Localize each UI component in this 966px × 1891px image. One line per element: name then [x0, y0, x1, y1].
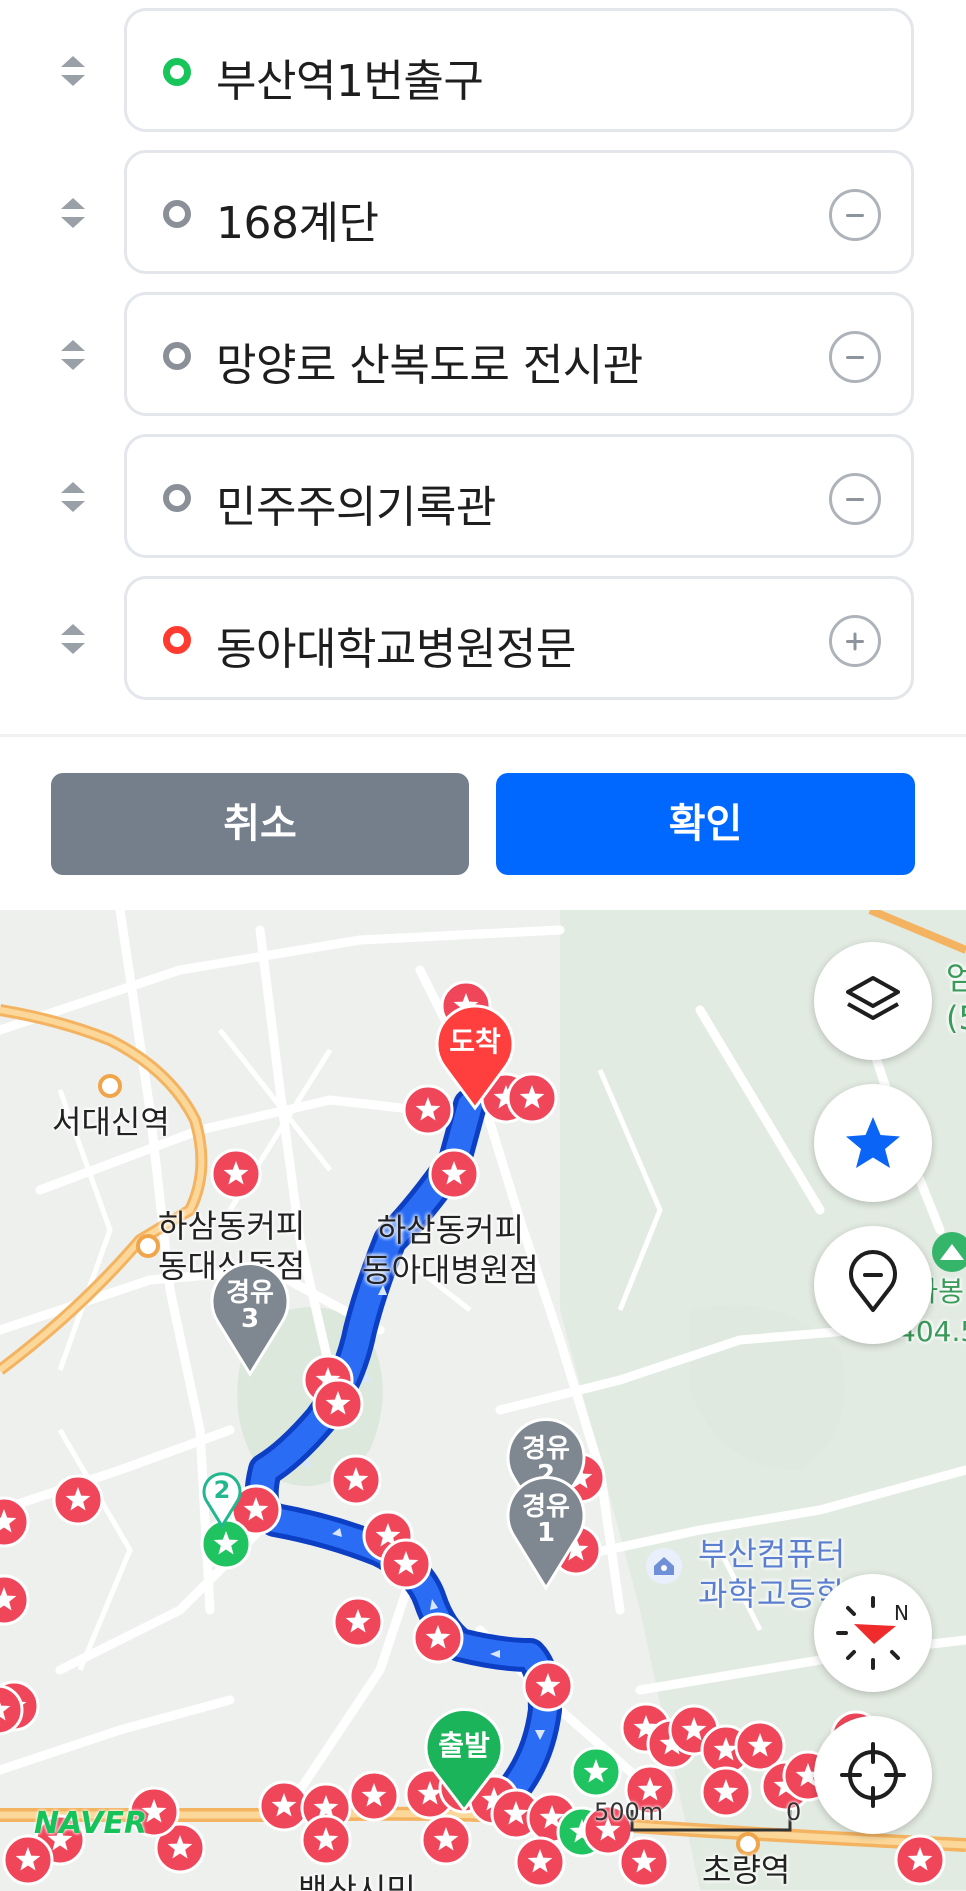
compass-button[interactable]: N [814, 1574, 932, 1692]
waypoint-field-via-3[interactable]: 민주주의기록관 [124, 434, 914, 558]
waypoint-row-start: 부산역1번출구 [0, 8, 966, 134]
poi-label: 엄 (5 [946, 959, 966, 1037]
compass-icon: N [836, 1596, 909, 1670]
layers-icon [846, 976, 900, 1020]
drag-handle-icon[interactable] [58, 52, 88, 90]
layers-button[interactable] [814, 942, 932, 1060]
waypoint-row-end: 동아대학교병원정문 [0, 576, 966, 702]
mountain-icon [932, 1232, 966, 1272]
drag-handle-icon[interactable] [58, 478, 88, 516]
depart-pin[interactable]: 출발 [424, 1706, 504, 1814]
waypoint-label: 부산역1번출구 [216, 56, 484, 107]
svg-text:N: N [894, 1601, 909, 1625]
via-marker-icon [163, 484, 191, 512]
waypoint-label: 168계단 [216, 198, 379, 249]
confirm-button[interactable]: 확인 [496, 773, 915, 875]
alt-route-marker[interactable]: 2 [200, 1470, 244, 1530]
scale-zero-label: 0 [786, 1798, 802, 1826]
waypoint-field-via-2[interactable]: 망양로 산복도로 전시관 [124, 292, 914, 416]
station-label[interactable]: 초량역 [702, 1850, 790, 1890]
scale-label: 500m [594, 1798, 664, 1826]
add-waypoint-button[interactable] [829, 615, 881, 667]
school-icon [646, 1548, 682, 1584]
remove-waypoint-button[interactable] [829, 189, 881, 241]
via-pin-3[interactable]: 경유 3 [210, 1256, 290, 1378]
arrive-pin[interactable]: 도착 [434, 1002, 516, 1112]
minus-icon [846, 498, 864, 501]
poi-label[interactable]: 하삼동커피 동아대병원점 [362, 1210, 539, 1290]
remove-waypoint-button[interactable] [829, 331, 881, 383]
favorites-button[interactable] [814, 1084, 932, 1202]
current-location-button[interactable] [814, 1716, 932, 1834]
waypoint-label: 망양로 산복도로 전시관 [216, 340, 643, 391]
end-marker-icon [163, 626, 191, 654]
drag-handle-icon[interactable] [58, 194, 88, 232]
map-view[interactable]: 서대신역 하삼동커피 동대신동점 하삼동커피 동아대병원점 부산컴퓨터 과학고등… [0, 910, 966, 1891]
cancel-button[interactable]: 취소 [51, 773, 469, 875]
start-marker-icon [163, 58, 191, 86]
station-label[interactable]: 서대신역 [52, 1102, 170, 1142]
crosshair-icon [840, 1742, 906, 1808]
road-label: 백산시민 [298, 1871, 416, 1891]
waypoint-field-via-1[interactable]: 168계단 [124, 150, 914, 274]
star-icon [846, 1117, 900, 1168]
via-pin-1[interactable]: 경유 1 [506, 1470, 586, 1592]
naver-logo: NAVER [34, 1806, 148, 1841]
drag-handle-icon[interactable] [58, 620, 88, 658]
via-marker-icon [163, 200, 191, 228]
waypoint-row-via-1: 168계단 [0, 150, 966, 276]
remove-waypoint-button[interactable] [829, 473, 881, 525]
location-pin-button[interactable] [814, 1226, 932, 1344]
waypoint-field-end[interactable]: 동아대학교병원정문 [124, 576, 914, 700]
waypoint-label: 동아대학교병원정문 [216, 624, 576, 675]
waypoint-field-start[interactable]: 부산역1번출구 [124, 8, 914, 132]
waypoint-row-via-3: 민주주의기록관 [0, 434, 966, 560]
waypoint-label: 민주주의기록관 [216, 482, 496, 533]
waypoint-row-via-2: 망양로 산복도로 전시관 [0, 292, 966, 418]
minus-icon [846, 356, 864, 359]
route-edit-panel: 부산역1번출구 168계단 망양로 산복도로 전시관 민주주의기록관 동아대학교… [0, 0, 966, 910]
location-pin-icon [849, 1250, 897, 1312]
drag-handle-icon[interactable] [58, 336, 88, 374]
minus-icon [846, 214, 864, 217]
plus-icon [846, 632, 864, 651]
panel-divider [0, 734, 966, 737]
via-marker-icon [163, 342, 191, 370]
